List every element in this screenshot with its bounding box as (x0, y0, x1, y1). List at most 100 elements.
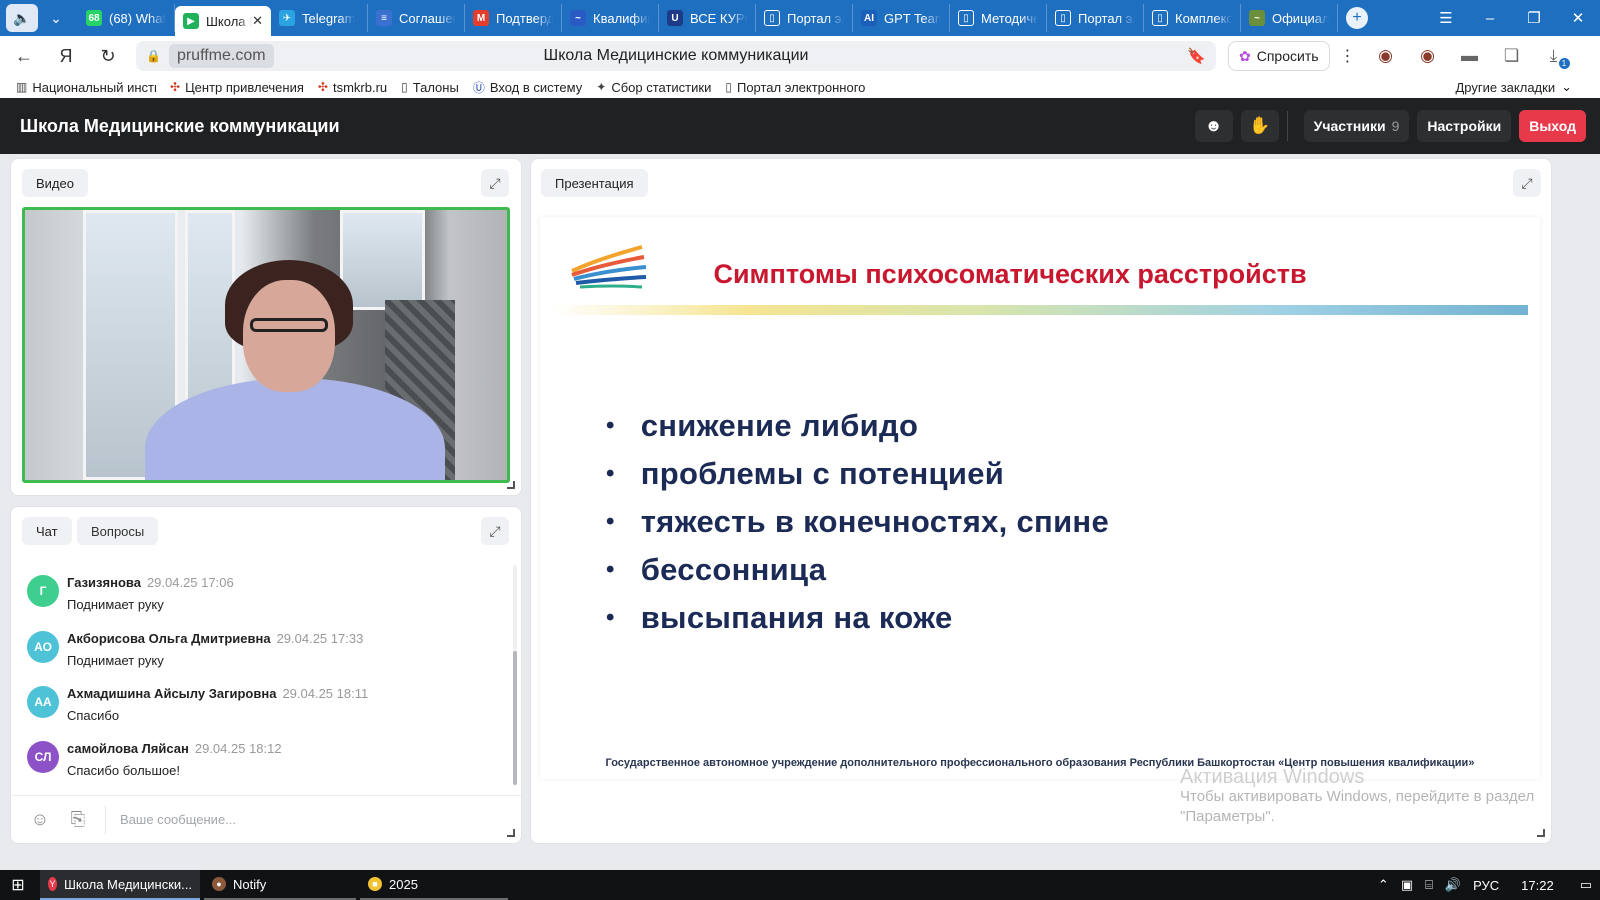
url-text[interactable]: pruffme.com (168, 44, 274, 68)
tab-label: Портал электронн (1078, 10, 1135, 26)
extension-icon-1[interactable]: ◉ (1368, 41, 1404, 71)
notifications-icon[interactable]: ▭ (1580, 877, 1592, 893)
collections-icon[interactable]: ❏ (1494, 41, 1530, 71)
taskbar-item-label: 2025 (389, 876, 418, 892)
tab-chat[interactable]: Чат (22, 517, 72, 545)
chat-resize-handle[interactable] (507, 829, 515, 837)
bookmark-item[interactable]: ▥ Национальный институт (16, 80, 156, 95)
taskbar-item[interactable]: Y Школа Медицински... (40, 870, 200, 900)
browser-tab[interactable]: ✈ Telegram (271, 4, 368, 32)
raise-hand-button[interactable]: ✋ (1240, 110, 1279, 142)
back-icon[interactable]: ← (6, 40, 42, 72)
speaker-icon[interactable]: 🔈 (6, 4, 38, 32)
other-bookmarks-button[interactable]: Другие закладки ⌄ (1455, 79, 1572, 95)
omnibox[interactable]: 🔒 pruffme.com Школа Медицинские коммуник… (136, 41, 1216, 71)
browser-tab[interactable]: ▯ Комплексный (1144, 4, 1241, 32)
clock[interactable]: 17:22 (1521, 878, 1554, 893)
message-author: Газизянова 29.04.25 17:06 (67, 575, 234, 590)
menu-icon[interactable]: ☰ (1424, 0, 1468, 36)
expand-chat-icon[interactable]: ⤢ (481, 517, 509, 545)
browser-tab[interactable]: ~ Официальный (1241, 4, 1338, 32)
extension-icon-3[interactable]: ▬ (1452, 41, 1488, 71)
browser-tab[interactable]: ▯ Методические (950, 4, 1047, 32)
video-person-glasses (250, 318, 328, 332)
slide-bullet: • снижение либидо (606, 402, 1109, 450)
tray-chevron-icon[interactable]: ⌃ (1378, 877, 1389, 893)
reload-icon[interactable]: ↻ (90, 40, 126, 72)
author-name: Газизянова (67, 575, 141, 590)
tab-active[interactable]: ▶ Школа Медицинские коммуникации✕ (175, 6, 271, 36)
address-bar-row: ← Я ↻ 🔒 pruffme.com Школа Медицинские ко… (0, 36, 1600, 76)
bookmark-item[interactable]: ✣ Центр привлечения (170, 80, 304, 95)
expand-presentation-icon[interactable]: ⤢ (1513, 169, 1541, 197)
tab-label: ВСЕ КУРСЫ (690, 10, 747, 26)
downloads-icon[interactable]: ⤓ 1 (1536, 41, 1572, 71)
bookmark-item[interactable]: ✣ tsmkrb.ru (318, 80, 387, 95)
browser-tab[interactable]: 68 (68) WhatsApp (78, 4, 175, 32)
participants-button[interactable]: Участники 9 (1303, 110, 1410, 142)
bookmark-favicon-icon: ▥ (16, 80, 28, 94)
more-options-icon[interactable]: ⋮ (1334, 46, 1362, 66)
browser-tab[interactable]: M Подтвердите (465, 4, 562, 32)
bookmarks-bar: ▥ Национальный институт ✣ Центр привлечения… (0, 76, 1600, 98)
ask-label: Спросить (1256, 48, 1319, 64)
bookmark-item[interactable]: ▯ Талоны (401, 80, 459, 95)
tab-label: Подтвердите (496, 10, 553, 26)
app-header: Школа Медицинские коммуникации ☻ ✋ Участ… (0, 98, 1600, 154)
extension-icon-2[interactable]: ◉ (1410, 41, 1446, 71)
video-bg-window-2 (340, 210, 425, 310)
bookmark-favicon-icon: ✣ (317, 80, 328, 94)
emoji-icon[interactable]: ☺ (27, 807, 53, 833)
tab-questions[interactable]: Вопросы (77, 517, 159, 545)
avatar: АО (27, 631, 59, 663)
settings-button[interactable]: Настройки (1417, 110, 1512, 142)
network-icon[interactable]: ⌸ (1425, 877, 1433, 893)
browser-tab[interactable]: ▯ Портал электронн (1047, 4, 1144, 32)
bookmark-item[interactable]: Ⓤ Вход в систему (473, 79, 582, 96)
taskbar-item-label: Школа Медицински... (63, 876, 192, 892)
close-window-icon[interactable]: ✕ (1556, 0, 1600, 36)
bookmark-item[interactable]: ✦ Сбор статистики (596, 80, 711, 95)
language-indicator[interactable]: РУС (1473, 878, 1499, 893)
minimize-icon[interactable]: – (1468, 0, 1512, 36)
exit-button[interactable]: Выход (1519, 110, 1586, 142)
resize-handle[interactable] (507, 481, 515, 489)
browser-tab[interactable]: ≡ Соглашение (368, 4, 465, 32)
yandex-icon[interactable]: Я (48, 40, 84, 72)
bookmark-item[interactable]: ▯ Портал электронного (725, 80, 865, 95)
restore-icon[interactable]: ❐ (1512, 0, 1556, 36)
taskbar-app-icon: Y (48, 877, 57, 891)
browser-tab[interactable]: U ВСЕ КУРСЫ (659, 4, 756, 32)
page-title: Школа Медицинские коммуникации (543, 47, 809, 64)
volume-icon[interactable]: 🔊 (1445, 877, 1461, 893)
tab-label: Соглашение (399, 10, 456, 26)
tray-app-icon[interactable]: ▣ (1401, 877, 1413, 893)
chat-message-input[interactable] (120, 812, 480, 827)
expand-video-icon[interactable]: ⤢ (481, 169, 509, 197)
ask-ai-button[interactable]: ✿ Спросить (1228, 41, 1330, 71)
attach-icon[interactable]: ⎘ (65, 807, 91, 833)
message-text: Поднимает руку (67, 653, 164, 668)
taskbar-item[interactable]: ● Notify (204, 870, 356, 900)
presentation-resize-handle[interactable] (1537, 829, 1545, 837)
video-feed[interactable] (22, 207, 510, 483)
taskbar-item[interactable]: ■ 2025 (360, 870, 508, 900)
tabs-dropdown-icon[interactable]: ⌄ (40, 4, 72, 32)
close-tab-icon[interactable]: ✕ (252, 13, 263, 29)
browser-tab[interactable]: AI GPT Team (853, 4, 950, 32)
tab-favicon-icon: ~ (1249, 10, 1265, 26)
chat-scrollbar[interactable] (513, 565, 517, 785)
video-label: Видео (22, 169, 88, 197)
new-tab-button[interactable]: + (1346, 7, 1368, 29)
chat-scrollbar-thumb[interactable] (513, 651, 517, 785)
video-person-face (243, 280, 335, 392)
bookmark-icon[interactable]: 🔖 (1187, 47, 1206, 65)
browser-tab[interactable]: ▯ Портал электронн (756, 4, 853, 32)
system-tray: ⌃ ▣ ⌸ 🔊 РУС 17:22 ▭ (1366, 877, 1592, 893)
bookmark-list: ▥ Национальный институт ✣ Центр привлечения… (16, 79, 879, 96)
lock-icon[interactable]: 🔒 (146, 49, 161, 63)
presentation-label: Презентация (541, 169, 648, 197)
emoji-reaction-button[interactable]: ☻ (1194, 110, 1233, 142)
windows-start-icon[interactable]: ⊞ (0, 875, 36, 895)
browser-tab[interactable]: ~ Квалификация (562, 4, 659, 32)
